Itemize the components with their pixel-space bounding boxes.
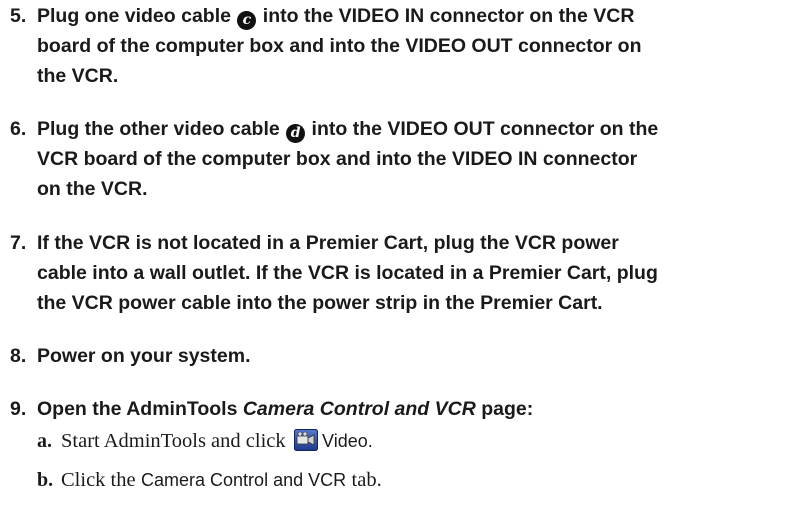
- step-number: 8.: [10, 345, 27, 367]
- step-text-segment: into the VIDEO IN connector on the VCR: [257, 5, 635, 27]
- step-text-segment: Plug the other video cable: [37, 118, 286, 140]
- substep-text: Start AdminTools and click: [61, 430, 286, 452]
- step-text-line: the VCR.: [37, 65, 119, 87]
- step-text-line: Plug the other video cable d into the VI…: [37, 114, 658, 144]
- substep-letter: b.: [37, 469, 54, 491]
- video-camera-icon: [294, 429, 319, 451]
- step-number: 6.: [10, 118, 27, 140]
- step-7: 7. If the VCR is not located in a Premie…: [10, 228, 790, 318]
- step-5: 5. Plug one video cable c into the VIDEO…: [10, 1, 790, 91]
- step-text-segment: Open the AdminTools: [37, 398, 243, 420]
- step-9: 9. Open the AdminTools Camera Control an…: [10, 394, 790, 424]
- step-text-line: cable into a wall outlet. If the VCR is …: [37, 262, 658, 284]
- callout-d-icon: d: [286, 124, 306, 143]
- page-name: Camera Control and VCR: [242, 398, 476, 420]
- tab-name: Camera Control and VCR: [141, 470, 347, 490]
- substep-letter: a.: [37, 430, 52, 452]
- step-text-segment: Plug one video cable: [37, 5, 237, 27]
- step-text-line: the VCR power cable into the power strip…: [37, 292, 603, 314]
- substep-text: Click the: [61, 469, 136, 491]
- step-text-line: If the VCR is not located in a Premier C…: [37, 232, 619, 254]
- step-number: 7.: [10, 232, 27, 254]
- step-text-line: Open the AdminTools Camera Control and V…: [37, 394, 533, 424]
- callout-c-icon: c: [237, 11, 257, 30]
- substep-a: a. Start AdminTools and click Video.: [37, 426, 373, 456]
- video-button-label: Video.: [322, 431, 373, 451]
- step-text-line: VCR board of the computer box and into t…: [37, 148, 638, 170]
- step-text-line: board of the computer box and into the V…: [37, 35, 642, 57]
- substep-text: tab.: [351, 469, 382, 491]
- step-text-segment: page:: [475, 398, 534, 420]
- substep-b: b. Click the Camera Control and VCR tab.: [37, 465, 382, 495]
- step-text-line: Power on your system.: [37, 345, 251, 367]
- step-text-line: Plug one video cable c into the VIDEO IN…: [37, 1, 634, 31]
- step-number: 5.: [10, 5, 27, 27]
- step-6: 6. Plug the other video cable d into the…: [10, 114, 790, 204]
- step-text-segment: into the VIDEO OUT connector on the: [306, 118, 659, 140]
- step-text-line: on the VCR.: [37, 178, 148, 200]
- step-8: 8. Power on your system.: [10, 341, 790, 371]
- step-number: 9.: [10, 398, 27, 420]
